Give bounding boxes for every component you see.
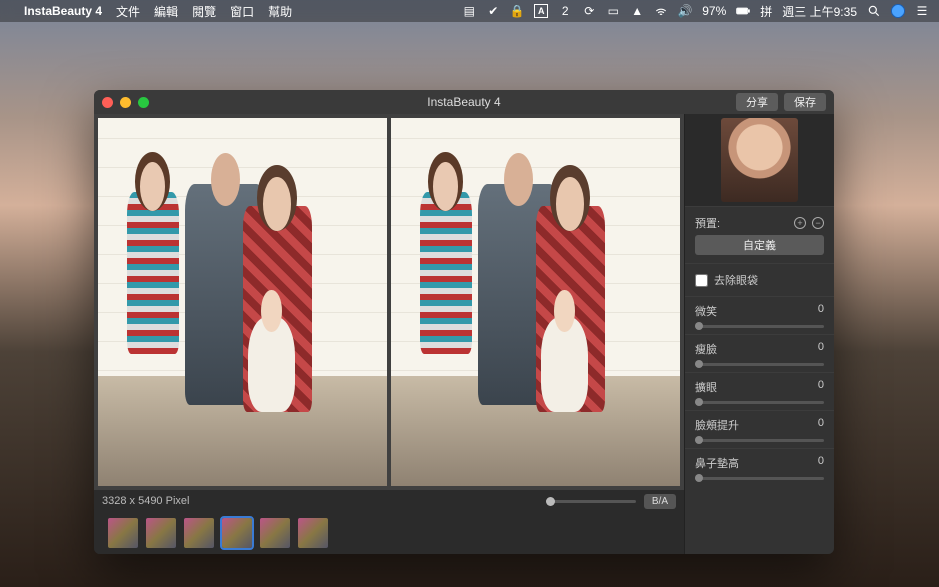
volume-icon[interactable]: 🔊: [678, 4, 692, 18]
slider-thumb[interactable]: [695, 360, 703, 368]
zoom-slider-thumb[interactable]: [546, 497, 555, 506]
before-after-toggle[interactable]: B/A: [644, 494, 676, 509]
slider-track[interactable]: [695, 439, 824, 442]
macos-menubar: InstaBeauty 4 文件 編輯 閱覽 窗口 幫助 ▤ ✔ 🔒 A 2 ⟳…: [0, 0, 939, 22]
zoom-slider[interactable]: [546, 500, 636, 503]
safari-icon[interactable]: [891, 4, 905, 18]
slider-1: 瘦臉 0: [685, 334, 834, 372]
slider-0: 微笑 0: [685, 296, 834, 334]
menu-help[interactable]: 幫助: [268, 3, 292, 20]
airplay-icon[interactable]: ▲: [630, 4, 644, 18]
slider-value: 0: [818, 455, 824, 471]
window-minimize-button[interactable]: [120, 97, 131, 108]
menu-edit[interactable]: 編輯: [154, 3, 178, 20]
slider-track[interactable]: [695, 477, 824, 480]
menubar-clock[interactable]: 週三 上午9:35: [782, 3, 857, 20]
thumbnail[interactable]: [108, 518, 138, 548]
menu-view[interactable]: 閱覽: [192, 3, 216, 20]
slider-thumb[interactable]: [695, 398, 703, 406]
thumbnail[interactable]: [260, 518, 290, 548]
slider-thumb[interactable]: [695, 474, 703, 482]
slider-value: 0: [818, 341, 824, 357]
editor-left-pane: 3328 x 5490 Pixel B/A: [94, 114, 684, 554]
eyebag-panel: 去除眼袋: [685, 263, 834, 296]
slider-4: 鼻子墊高 0: [685, 448, 834, 486]
status-bar: 3328 x 5490 Pixel B/A: [94, 490, 684, 512]
window-title: InstaBeauty 4: [94, 95, 834, 109]
menu-window[interactable]: 窗口: [230, 3, 254, 20]
slider-label: 瘦臉: [695, 341, 717, 357]
share-button[interactable]: 分享: [736, 93, 778, 111]
slider-track[interactable]: [695, 325, 824, 328]
menubar-v-icon[interactable]: ✔: [486, 4, 500, 18]
thumbnail[interactable]: [146, 518, 176, 548]
slider-3: 臉頰提升 0: [685, 410, 834, 448]
slider-track[interactable]: [695, 401, 824, 404]
remove-eyebag-checkbox[interactable]: [695, 274, 708, 287]
slider-value: 0: [818, 417, 824, 433]
lock-icon[interactable]: 🔒: [510, 4, 524, 18]
slider-value: 0: [818, 379, 824, 395]
thumbnail[interactable]: [298, 518, 328, 548]
slider-label: 鼻子墊高: [695, 455, 739, 471]
menu-file[interactable]: 文件: [116, 3, 140, 20]
display-icon[interactable]: ▭: [606, 4, 620, 18]
wifi-icon[interactable]: [654, 4, 668, 18]
spotlight-icon[interactable]: [867, 4, 881, 18]
slider-label: 臉頰提升: [695, 417, 739, 433]
face-selector: [685, 114, 834, 206]
ime-indicator[interactable]: 拼: [760, 3, 772, 20]
face-thumb-main[interactable]: [721, 118, 798, 202]
slider-label: 擴眼: [695, 379, 717, 395]
image-dimensions: 3328 x 5490 Pixel: [102, 495, 189, 507]
save-button[interactable]: 保存: [784, 93, 826, 111]
controls-sidebar: 預置: + − 自定義 去除眼袋 微笑 0 瘦臉 0 擴眼 0 臉頰提升 0 鼻子墊高 0: [684, 114, 834, 554]
notification-center-icon[interactable]: ☰: [915, 4, 929, 18]
preset-panel: 預置: + − 自定義: [685, 206, 834, 263]
window-titlebar: InstaBeauty 4 分享 保存: [94, 90, 834, 114]
slider-thumb[interactable]: [695, 436, 703, 444]
battery-percent[interactable]: 97%: [702, 4, 726, 18]
remove-preset-icon[interactable]: −: [812, 217, 824, 229]
slider-track[interactable]: [695, 363, 824, 366]
remove-eyebag-label: 去除眼袋: [714, 272, 758, 288]
slider-value: 0: [818, 303, 824, 319]
window-close-button[interactable]: [102, 97, 113, 108]
preset-dropdown[interactable]: 自定義: [695, 235, 824, 255]
adobe-icon[interactable]: A: [534, 4, 548, 18]
window-zoom-button[interactable]: [138, 97, 149, 108]
image-before[interactable]: [98, 118, 387, 486]
before-after-canvas: [94, 114, 684, 490]
image-after[interactable]: [391, 118, 680, 486]
menubar-extra-icon[interactable]: ▤: [462, 4, 476, 18]
battery-icon[interactable]: [736, 4, 750, 18]
slider-label: 微笑: [695, 303, 717, 319]
preset-label: 預置:: [695, 215, 720, 231]
app-window: InstaBeauty 4 分享 保存 3328 x 54: [94, 90, 834, 554]
sync-icon[interactable]: ⟳: [582, 4, 596, 18]
slider-thumb[interactable]: [695, 322, 703, 330]
slider-2: 擴眼 0: [685, 372, 834, 410]
thumbnail-strip: [94, 512, 684, 554]
thumbnail[interactable]: [184, 518, 214, 548]
thumbnail-selected[interactable]: [222, 518, 252, 548]
add-preset-icon[interactable]: +: [794, 217, 806, 229]
number-2-icon[interactable]: 2: [558, 4, 572, 18]
menubar-app-name[interactable]: InstaBeauty 4: [24, 4, 102, 18]
